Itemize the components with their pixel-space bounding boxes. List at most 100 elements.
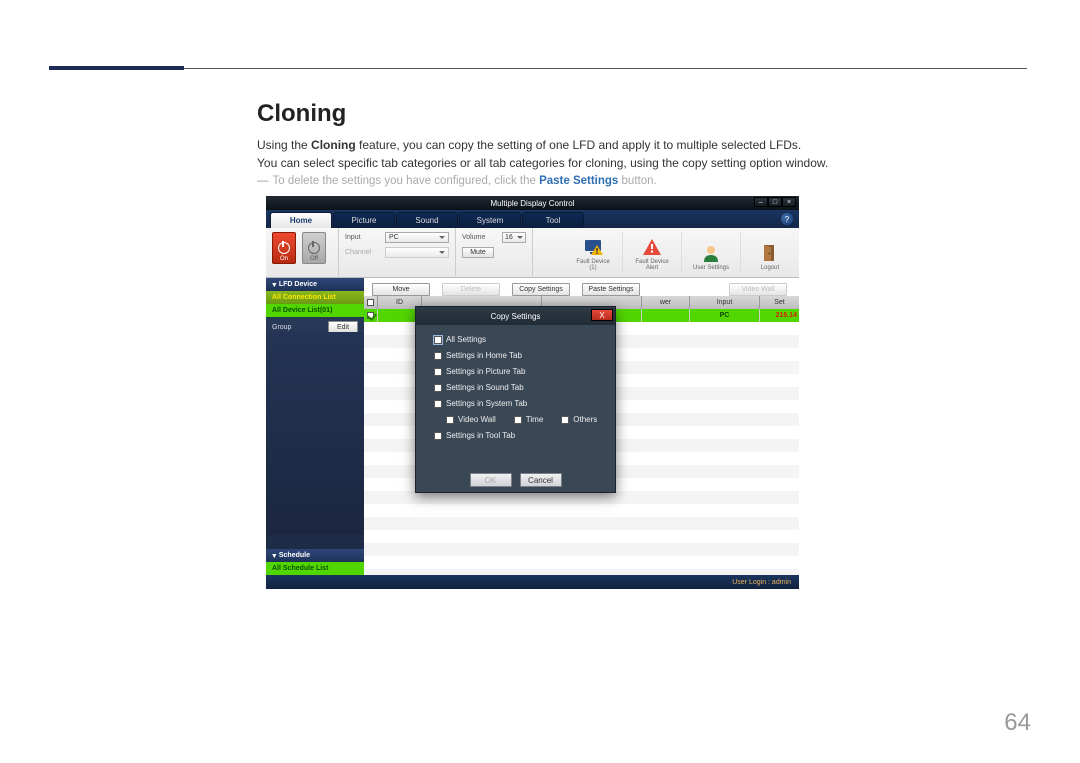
modal-opt-picture-label: Settings in Picture Tab [446,367,525,376]
move-button[interactable]: Move [372,283,430,296]
fault-alert-button[interactable]: Fault DeviceAlert [622,232,673,272]
power-off-button[interactable]: Off [302,232,326,264]
power-icon [278,242,290,254]
grid-header-set: Set [760,296,799,309]
copy-settings-button[interactable]: Copy Settings [512,283,570,296]
fault-alert-label: Fault DeviceAlert [635,259,668,272]
modal-opt-all-label: All Settings [446,335,486,344]
sidebar-all-schedule[interactable]: All Schedule List [266,562,364,575]
note-dash: ― [257,175,269,187]
para-2: You can select specific tab categories o… [257,154,828,172]
grid-row-input: PC [690,309,760,322]
checkbox-icon [561,416,569,424]
page-number: 64 [1004,709,1031,737]
modal-close-button[interactable]: X [591,309,613,321]
checkbox-icon [434,400,442,408]
sidebar-group-label: Group [272,324,291,331]
door-icon [760,243,780,263]
note-b: Paste Settings [539,175,618,187]
toolbar: On Off Input PC Channel Volu [266,228,799,278]
modal-sub-videowall[interactable]: Video Wall [446,415,496,424]
heading-cloning: Cloning [257,100,346,128]
modal-ok-button[interactable]: OK [470,473,512,487]
volume-value[interactable]: 16 [502,232,526,243]
modal-opt-picture[interactable]: Settings in Picture Tab [434,367,605,376]
modal-footer: OK Cancel [416,468,615,492]
modal-sub-time-label: Time [526,415,543,424]
checkbox-icon [434,336,442,344]
fault-device-button[interactable]: Fault Device(1) [572,232,614,272]
power-on-label: On [280,256,288,262]
user-icon [701,243,721,263]
help-icon[interactable]: ? [781,213,793,225]
mute-row: Mute [462,247,494,258]
modal-subrow: Video Wall Time Others [434,415,605,424]
mute-button[interactable]: Mute [462,247,494,258]
copy-settings-modal: Copy Settings X All Settings Settings in… [415,306,616,493]
para-1-a: Using the [257,138,311,152]
window-maximize-button[interactable]: □ [768,197,782,207]
para-1-b: Cloning [311,138,356,152]
tab-tool[interactable]: Tool [522,212,584,228]
grid-header-input: Input [690,296,760,309]
sidebar-all-device[interactable]: All Device List(01) [266,304,364,317]
tab-system[interactable]: System [459,212,521,228]
modal-sub-others-label: Others [573,415,597,424]
delete-button[interactable]: Delete [442,283,500,296]
tab-home[interactable]: Home [270,212,332,228]
modal-sub-others[interactable]: Others [561,415,597,424]
paste-settings-button[interactable]: Paste Settings [582,283,640,296]
sidebar-bottom: Schedule All Schedule List [266,549,364,575]
status-text: User Login : admin [732,579,791,586]
checkbox-icon [367,299,374,306]
window-controls: – □ × [754,197,796,207]
tab-sound[interactable]: Sound [396,212,458,228]
modal-title-text: Copy Settings [491,312,541,321]
checkbox-checked-icon [367,312,374,319]
modal-opt-all[interactable]: All Settings [434,335,605,344]
sidebar: LFD Device All Connection List All Devic… [266,278,364,575]
input-dropdown[interactable]: PC [385,232,449,243]
volume-label: Volume [462,234,502,241]
grid-row-wer [642,309,690,322]
statusbar: User Login : admin [266,575,799,589]
modal-body: All Settings Settings in Home Tab Settin… [416,325,615,440]
note-line: ―To delete the settings you have configu… [257,175,657,187]
alert-icon [642,237,662,257]
sidebar-all-connection[interactable]: All Connection List [266,291,364,304]
modal-opt-system[interactable]: Settings in System Tab [434,399,605,408]
video-wall-button[interactable]: Video Wall [729,283,787,296]
modal-opt-home[interactable]: Settings in Home Tab [434,351,605,360]
sidebar-schedule[interactable]: Schedule [266,549,364,562]
para-1: Using the Cloning feature, you can copy … [257,136,801,154]
page: Cloning Using the Cloning feature, you c… [0,0,1080,763]
sidebar-lfd-device[interactable]: LFD Device [266,278,364,291]
logout-button[interactable]: Logout [740,232,791,272]
power-off-icon [308,242,320,254]
checkbox-icon [434,352,442,360]
note-c: button. [618,175,656,187]
modal-sub-time[interactable]: Time [514,415,543,424]
header-accent [49,66,184,70]
tool-icons: Fault Device(1) Fault DeviceAlert User S… [564,228,799,278]
user-settings-label: User Settings [693,265,729,272]
window-minimize-button[interactable]: – [754,197,768,207]
grid-header-wer: wer [642,296,690,309]
input-row: Input PC [345,232,449,243]
modal-cancel-button[interactable]: Cancel [520,473,562,487]
app-screenshot: Multiple Display Control – □ × Home Pict… [266,196,799,589]
tab-picture[interactable]: Picture [333,212,395,228]
modal-opt-sound[interactable]: Settings in Sound Tab [434,383,605,392]
para-1-c: feature, you can copy the setting of one… [356,138,802,152]
power-on-button[interactable]: On [272,232,296,264]
checkbox-icon [514,416,522,424]
checkbox-icon [434,432,442,440]
user-settings-button[interactable]: User Settings [681,232,732,272]
action-row: Move Delete Copy Settings Paste Settings… [364,282,795,296]
modal-opt-tool[interactable]: Settings in Tool Tab [434,431,605,440]
window-close-button[interactable]: × [782,197,796,207]
grid-row-chk[interactable] [364,309,378,322]
grid-header-chk[interactable] [364,296,378,309]
modal-opt-sound-label: Settings in Sound Tab [446,383,524,392]
modal-titlebar: Copy Settings X [416,307,615,325]
